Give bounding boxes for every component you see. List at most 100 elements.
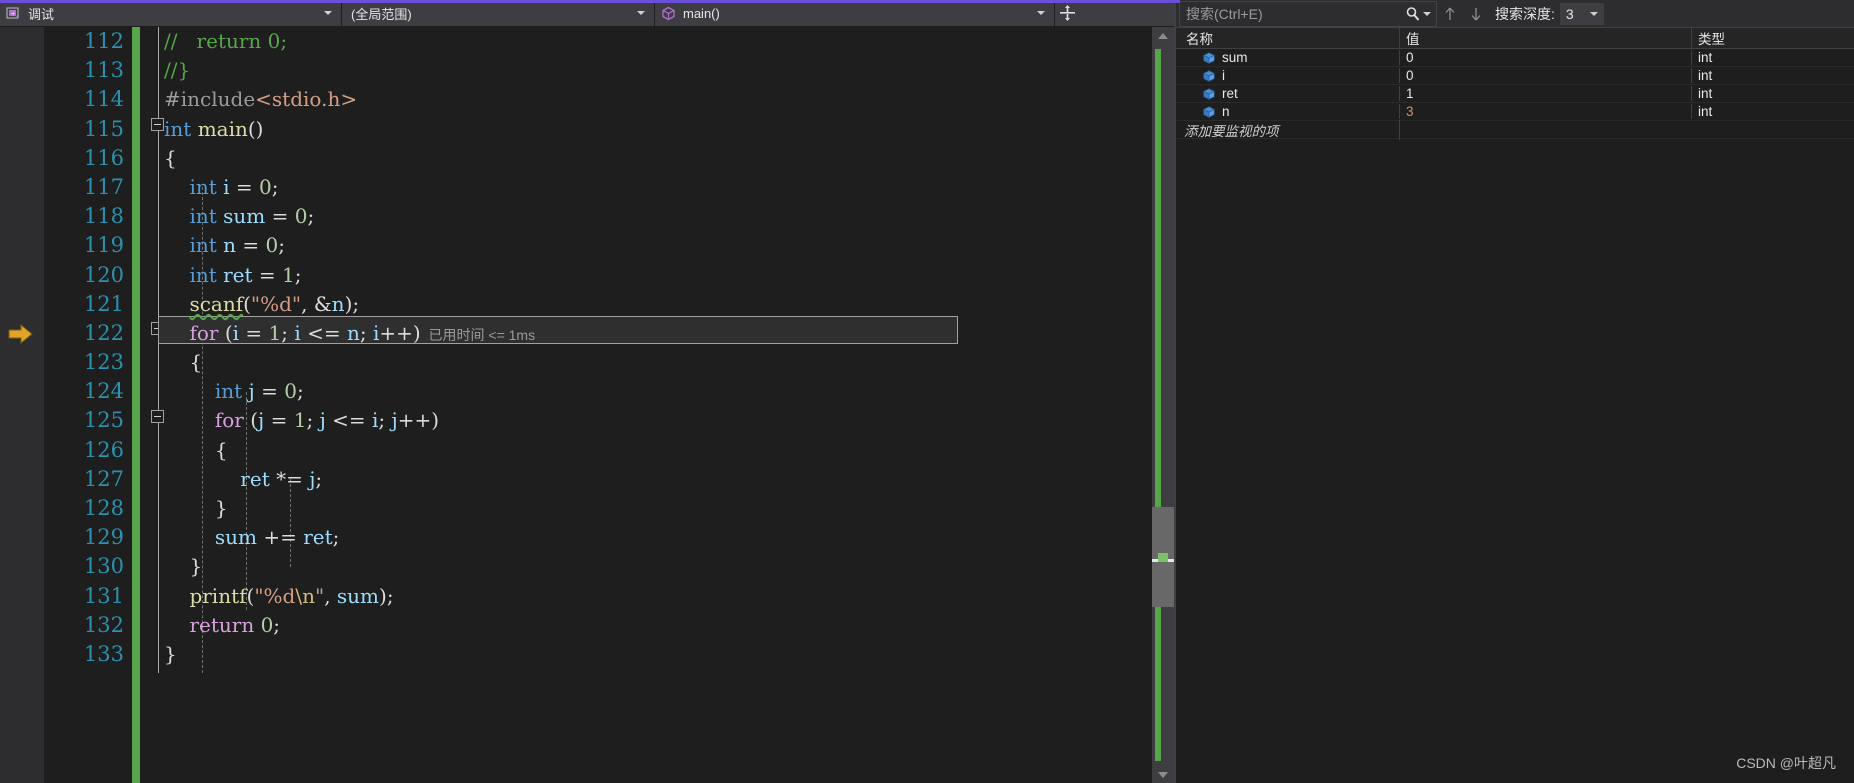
variable-cube-icon <box>1202 87 1216 101</box>
watch-row-name-cell[interactable]: n <box>1176 104 1400 119</box>
watch-variable-value: 3 <box>1406 104 1414 119</box>
line-number: 118 <box>83 204 124 229</box>
editor-navigation-bar: + + 调试 (全局范围) main() <box>0 0 1174 27</box>
search-depth-value: 3 <box>1565 5 1574 22</box>
code-line[interactable]: } <box>140 640 1174 669</box>
code-line[interactable]: // return 0; <box>140 27 1174 56</box>
scroll-down-button[interactable] <box>1152 766 1174 783</box>
scope-dropdown-label: (全局范围) <box>351 6 412 22</box>
chevron-down-icon[interactable] <box>1037 11 1045 15</box>
column-header-value[interactable]: 值 <box>1400 28 1692 48</box>
watch-row[interactable]: n 3 int <box>1176 103 1854 121</box>
add-watch-cell[interactable]: 添加要监视的项 <box>1176 119 1400 140</box>
code-line[interactable]: int j = 0; <box>140 377 1174 406</box>
watch-variable-type: int <box>1698 50 1713 65</box>
code-line[interactable]: sum += ret; <box>140 523 1174 552</box>
line-number: 116 <box>83 145 124 170</box>
arrow-up-icon[interactable] <box>1437 1 1463 27</box>
function-dropdown[interactable]: main() <box>655 0 1055 26</box>
line-number: 127 <box>83 466 124 491</box>
line-number: 126 <box>83 437 124 462</box>
code-line[interactable]: int n = 0; <box>140 231 1174 260</box>
editor-text-area[interactable]: 112 113 114 115 116 117 118 119 120 121 122 123 124 1… <box>0 27 1174 783</box>
column-header-name[interactable]: 名称 <box>1176 28 1400 48</box>
code-line[interactable]: { <box>140 144 1174 173</box>
watch-row-value-cell[interactable]: 1 <box>1400 86 1692 101</box>
code-line[interactable]: } <box>140 552 1174 581</box>
watch-grid-header: 名称 值 类型 <box>1176 28 1854 49</box>
code-line[interactable]: return 0; <box>140 611 1174 640</box>
arrow-down-icon[interactable] <box>1463 1 1489 27</box>
magnifier-icon[interactable] <box>1403 6 1423 22</box>
watch-grid-body: sum 0 int i 0 int ret 1 int n 3 int 添加要监视的项 <box>1176 49 1854 140</box>
change-indicator-bar <box>132 27 140 783</box>
chevron-down-icon[interactable] <box>324 11 332 15</box>
code-line[interactable]: for (i = 1; i <= n; i++) 已用时间 <= 1ms <box>140 319 1174 348</box>
watch-row-name-cell[interactable]: i <box>1176 68 1400 83</box>
line-number: 131 <box>83 583 124 608</box>
code-line[interactable]: { <box>140 348 1174 377</box>
add-watch-row[interactable]: 添加要监视的项 <box>1176 119 1854 140</box>
search-options-chevron-icon[interactable] <box>1423 11 1431 16</box>
code-line[interactable]: #include<stdio.h> <box>140 85 1174 114</box>
line-number: 121 <box>83 291 124 316</box>
line-number: 124 <box>83 379 124 404</box>
breakpoint-margin[interactable] <box>0 27 44 783</box>
code-line[interactable]: int main() <box>140 115 1174 144</box>
code-line[interactable]: } <box>140 494 1174 523</box>
watch-variable-name: sum <box>1222 50 1248 65</box>
line-number: 132 <box>83 612 124 637</box>
search-placeholder: 搜索(Ctrl+E) <box>1186 5 1263 22</box>
watch-row[interactable]: sum 0 int <box>1176 49 1854 67</box>
code-line[interactable]: printf("%d\n", sum); <box>140 582 1174 611</box>
chevron-down-icon[interactable] <box>1589 11 1598 16</box>
watch-variable-type: int <box>1698 104 1713 119</box>
watch-row-value-cell[interactable]: 3 <box>1400 104 1692 119</box>
line-number: 123 <box>83 350 124 375</box>
line-number: 119 <box>83 233 124 258</box>
split-window-icon[interactable] <box>1055 0 1079 26</box>
source-code-column[interactable]: // return 0;//} #include<stdio.h> int main… <box>140 27 1174 783</box>
line-number: 117 <box>83 174 124 199</box>
watch-row[interactable]: ret 1 int <box>1176 85 1854 103</box>
debug-process-icon: + + <box>6 6 21 21</box>
code-line[interactable]: { <box>140 436 1174 465</box>
watch-variable-value: 0 <box>1406 50 1414 65</box>
watch-row-type-cell: int <box>1692 86 1854 101</box>
code-line[interactable]: ret *= j; <box>140 465 1174 494</box>
scope-dropdown[interactable]: (全局范围) <box>342 0 655 26</box>
variable-cube-icon <box>1202 105 1216 119</box>
line-number: 122 <box>83 320 124 345</box>
code-line[interactable]: for (j = 1; j <= i; j++) <box>140 406 1174 435</box>
accent-top-border <box>0 0 1180 3</box>
watch-row-name-cell[interactable]: sum <box>1176 50 1400 65</box>
search-depth-select[interactable]: 3 <box>1559 2 1604 25</box>
process-dropdown-label: 调试 <box>28 6 55 22</box>
watch-row-value-cell[interactable]: 0 <box>1400 50 1692 65</box>
add-watch-placeholder: 添加要监视的项 <box>1184 123 1279 139</box>
column-header-type[interactable]: 类型 <box>1692 28 1854 48</box>
line-number-gutter: 112 113 114 115 116 117 118 119 120 121 122 123 124 1… <box>44 27 132 783</box>
function-dropdown-label: main() <box>683 5 720 21</box>
code-line[interactable]: int i = 0; <box>140 173 1174 202</box>
process-dropdown[interactable]: + + 调试 <box>0 0 342 26</box>
line-number: 130 <box>83 554 124 579</box>
method-cube-icon <box>661 6 676 21</box>
code-line[interactable]: //} <box>140 56 1174 85</box>
watch-row-type-cell: int <box>1692 104 1854 119</box>
watch-row-value-cell[interactable]: 0 <box>1400 68 1692 83</box>
watch-variable-value: 1 <box>1406 86 1414 101</box>
svg-text:+: + <box>15 14 20 20</box>
watch-row-name-cell[interactable]: ret <box>1176 86 1400 101</box>
code-line[interactable]: int ret = 1; <box>140 261 1174 290</box>
watch-variable-name: ret <box>1222 86 1238 101</box>
watch-window-pane: 搜索(Ctrl+E) 搜索深度: 3 名称 值 类型 sum 0 int i 0… <box>1174 0 1854 783</box>
chevron-down-icon[interactable] <box>637 11 645 15</box>
code-line[interactable]: scanf("%d", &n); <box>140 290 1174 319</box>
watch-variables-grid[interactable]: 名称 值 类型 sum 0 int i 0 int ret 1 int n 3 int 添加要监视的项 <box>1176 28 1854 140</box>
search-input[interactable]: 搜索(Ctrl+E) <box>1179 0 1437 27</box>
watch-row[interactable]: i 0 int <box>1176 67 1854 85</box>
code-line[interactable]: int sum = 0; <box>140 202 1174 231</box>
variable-cube-icon <box>1202 51 1216 65</box>
watch-variable-name: i <box>1222 68 1225 83</box>
